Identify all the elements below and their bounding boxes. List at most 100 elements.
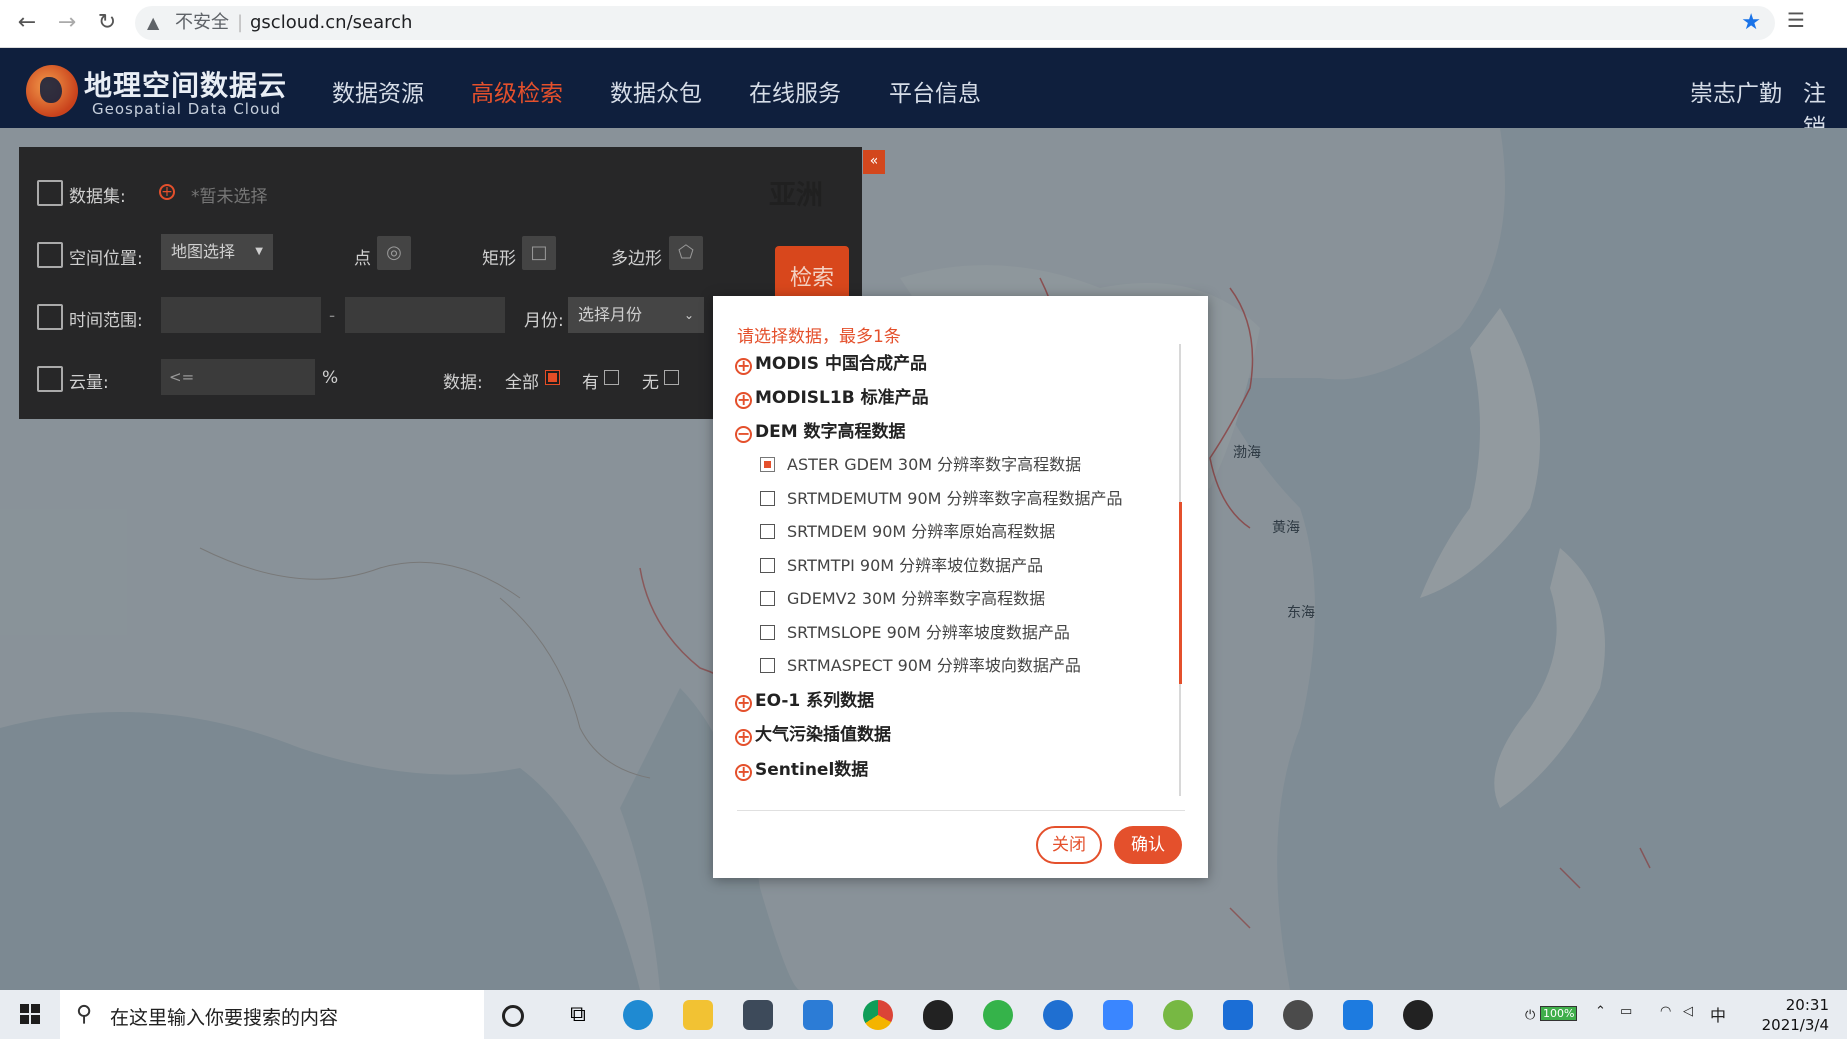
- music-app-icon[interactable]: [1343, 1000, 1373, 1030]
- option-yes-label: 有: [582, 373, 599, 393]
- logo-title[interactable]: 地理空间数据云: [84, 64, 287, 104]
- windows-start-icon[interactable]: [20, 1004, 40, 1024]
- wechat-icon[interactable]: [983, 1000, 1013, 1030]
- dataset-option[interactable]: SRTMASPECT 90M 分辨率坡向数据产品: [760, 651, 1081, 681]
- warning-icon: ▲: [147, 13, 160, 32]
- nav-data-resources[interactable]: 数据资源: [332, 74, 424, 108]
- network-icon[interactable]: ▭: [1620, 1004, 1632, 1019]
- polygon-tool-button[interactable]: ⬠: [669, 236, 703, 270]
- dataset-value[interactable]: *暂未选择: [191, 182, 268, 207]
- dataset-checkbox[interactable]: [760, 558, 775, 573]
- mail-icon[interactable]: [743, 1000, 773, 1030]
- start-date-input[interactable]: [161, 297, 321, 333]
- battery-indicator[interactable]: 100%: [1540, 1006, 1578, 1021]
- dataset-checkbox[interactable]: [760, 591, 775, 606]
- qgis-icon[interactable]: [1163, 1000, 1193, 1030]
- file-explorer-icon[interactable]: [683, 1000, 713, 1030]
- tree-category[interactable]: + 大气污染插值数据: [735, 720, 891, 750]
- user-name[interactable]: 崇志广勤: [1690, 74, 1782, 108]
- calendar-icon: [37, 304, 63, 330]
- forward-icon[interactable]: →: [52, 8, 82, 38]
- wifi-icon[interactable]: ◠: [1660, 1004, 1671, 1019]
- nav-platform-info[interactable]: 平台信息: [889, 74, 981, 108]
- reading-list-icon[interactable]: ☰: [1787, 8, 1847, 38]
- region-label: 亚洲: [769, 180, 823, 211]
- dataset-checkbox[interactable]: [760, 457, 775, 472]
- url-text[interactable]: gscloud.cn/search: [250, 6, 412, 40]
- tree-category[interactable]: − DEM 数字高程数据: [735, 417, 906, 447]
- rect-label: 矩形: [482, 249, 516, 269]
- windows-taskbar: ⚲ 在这里输入你要搜索的内容 ⧉ ⏻ 100% ⌃ ▭ ◠ ◁ 中 20:31 …: [0, 990, 1847, 1039]
- category-label: MODIS 中国合成产品: [755, 354, 927, 374]
- nav-online-services[interactable]: 在线服务: [749, 74, 841, 108]
- tree-category[interactable]: + EO-1 系列数据: [735, 686, 874, 716]
- dialog-hint: 请选择数据，最多1条: [737, 327, 901, 347]
- nav-crowdsourcing[interactable]: 数据众包: [610, 74, 702, 108]
- expand-icon[interactable]: +: [735, 695, 752, 712]
- dataset-option[interactable]: GDEMV2 30M 分辨率数字高程数据: [760, 584, 1045, 614]
- baidu-netdisk-icon[interactable]: [1103, 1000, 1133, 1030]
- expand-icon[interactable]: +: [735, 764, 752, 781]
- scrollbar-thumb[interactable]: [1179, 502, 1182, 684]
- add-dataset-icon[interactable]: +: [159, 184, 175, 200]
- feishu-icon[interactable]: [1043, 1000, 1073, 1030]
- tree-category[interactable]: + Sentinel数据: [735, 755, 868, 785]
- dataset-option[interactable]: SRTMSLOPE 90M 分辨率坡度数据产品: [760, 618, 1070, 648]
- collapse-icon[interactable]: −: [735, 426, 752, 443]
- dataset-option[interactable]: ASTER GDEM 30M 分辨率数字高程数据: [760, 450, 1081, 480]
- option-all-checkbox[interactable]: [545, 370, 560, 385]
- rectangle-tool-button[interactable]: □: [522, 236, 556, 270]
- expand-icon[interactable]: +: [735, 358, 752, 375]
- back-icon[interactable]: ←: [12, 8, 42, 38]
- reload-icon[interactable]: ↻: [92, 8, 122, 38]
- dataset-checkbox[interactable]: [760, 658, 775, 673]
- address-bar[interactable]: ▲ 不安全 | gscloud.cn/search ★: [135, 6, 1775, 40]
- cortana-icon[interactable]: [502, 1005, 524, 1027]
- photos-icon[interactable]: [1223, 1000, 1253, 1030]
- option-yes-checkbox[interactable]: [604, 370, 619, 385]
- close-button[interactable]: 关闭: [1036, 826, 1102, 864]
- cloud-unit: %: [322, 368, 339, 388]
- expand-icon[interactable]: +: [735, 392, 752, 409]
- vscode-icon[interactable]: [803, 1000, 833, 1030]
- bookmark-star-icon[interactable]: ★: [1741, 6, 1761, 40]
- edge-icon[interactable]: [623, 1000, 653, 1030]
- chrome-icon[interactable]: [863, 1000, 893, 1030]
- dataset-checkbox[interactable]: [760, 625, 775, 640]
- system-clock[interactable]: 20:31 2021/3/4: [1762, 995, 1829, 1035]
- dataset-checkbox[interactable]: [760, 491, 775, 506]
- nav-advanced-search[interactable]: 高级检索: [471, 74, 563, 108]
- browser-toolbar: ← → ↻ ▲ 不安全 | gscloud.cn/search ★ ☰: [0, 0, 1847, 48]
- dataset-option-label: SRTMDEM 90M 分辨率原始高程数据: [787, 522, 1056, 541]
- month-select-placeholder: 选择月份: [578, 305, 643, 324]
- volume-icon[interactable]: ◁: [1683, 1004, 1693, 1019]
- dataset-option[interactable]: SRTMDEM 90M 分辨率原始高程数据: [760, 517, 1055, 547]
- dataset-picker-dialog: 请选择数据，最多1条 + MODIS 中国合成产品 + MODISL1B 标准产品 …: [713, 296, 1208, 878]
- site-header: 地理空间数据云 Geospatial Data Cloud 数据资源 高级检索 …: [0, 48, 1847, 141]
- dataset-checkbox[interactable]: [760, 524, 775, 539]
- option-no-checkbox[interactable]: [664, 370, 679, 385]
- qq-icon[interactable]: [923, 1000, 953, 1030]
- dataset-option[interactable]: SRTMDEMUTM 90M 分辨率数字高程数据产品: [760, 484, 1123, 514]
- tree-category[interactable]: + MODISL1B 标准产品: [735, 383, 929, 413]
- ime-indicator[interactable]: 中: [1710, 1002, 1726, 1026]
- dataset-option[interactable]: SRTMTPI 90M 分辨率坡位数据产品: [760, 551, 1043, 581]
- confirm-button[interactable]: 确认: [1114, 826, 1182, 864]
- end-date-input[interactable]: [345, 297, 505, 333]
- location-select[interactable]: 地图选择 ▼: [161, 234, 273, 270]
- collapse-panel-button[interactable]: «: [863, 150, 885, 174]
- dataset-label: 数据集:: [69, 187, 126, 207]
- expand-icon[interactable]: +: [735, 729, 752, 746]
- location-select-value: 地图选择: [171, 242, 236, 261]
- game-icon[interactable]: [1283, 1000, 1313, 1030]
- point-tool-button[interactable]: ◎: [377, 236, 411, 270]
- time-label: 时间范围:: [69, 311, 143, 331]
- month-select[interactable]: 选择月份 ⌄: [568, 297, 704, 333]
- tree-category[interactable]: + MODIS 中国合成产品: [735, 349, 927, 379]
- xbox-icon[interactable]: [1403, 1000, 1433, 1030]
- clock-date: 2021/3/4: [1761, 1016, 1829, 1034]
- taskbar-search-box[interactable]: ⚲ 在这里输入你要搜索的内容: [60, 990, 484, 1039]
- cloud-input[interactable]: <=: [161, 359, 315, 395]
- tray-expand-icon[interactable]: ⌃: [1595, 1004, 1606, 1019]
- task-view-icon[interactable]: ⧉: [563, 1000, 593, 1030]
